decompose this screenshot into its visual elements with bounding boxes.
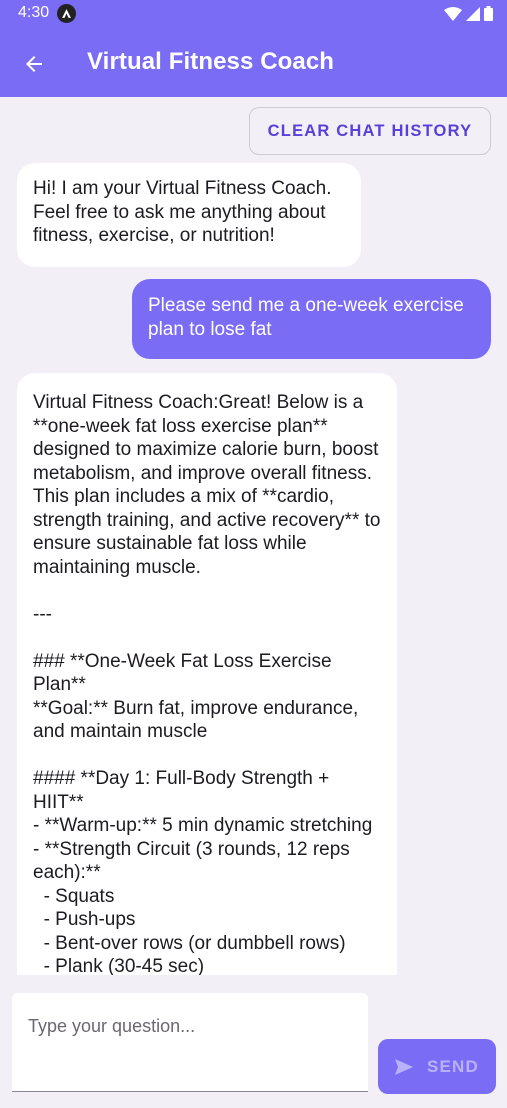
back-arrow-icon[interactable] (18, 48, 50, 80)
status-bar: 4:30 (0, 0, 507, 28)
send-icon (394, 1058, 413, 1075)
send-button[interactable]: SEND (378, 1039, 496, 1094)
battery-icon (484, 6, 493, 21)
signal-icon (466, 6, 480, 21)
send-button-label: SEND (426, 1056, 480, 1076)
user-message: Please send me a one-week exercise plan … (132, 279, 491, 359)
bot-message: Hi! I am your Virtual Fitness Coach. Fee… (17, 163, 361, 267)
status-time: 4:30 (18, 4, 50, 21)
clear-chat-history-button[interactable]: CLEAR CHAT HISTORY (249, 107, 491, 155)
page-title: Virtual Fitness Coach (87, 48, 335, 75)
status-icons (444, 6, 493, 21)
bot-message: Virtual Fitness Coach:Great! Below is a … (17, 373, 397, 975)
question-input[interactable] (12, 993, 368, 1092)
chat-area[interactable]: CLEAR CHAT HISTORY Hi! I am your Virtual… (0, 97, 507, 975)
app-header: 4:30 Virtual Fitness Coach (0, 0, 507, 97)
input-bar: SEND (0, 975, 507, 1108)
wifi-icon (444, 6, 462, 21)
notification-app-icon (57, 4, 76, 23)
